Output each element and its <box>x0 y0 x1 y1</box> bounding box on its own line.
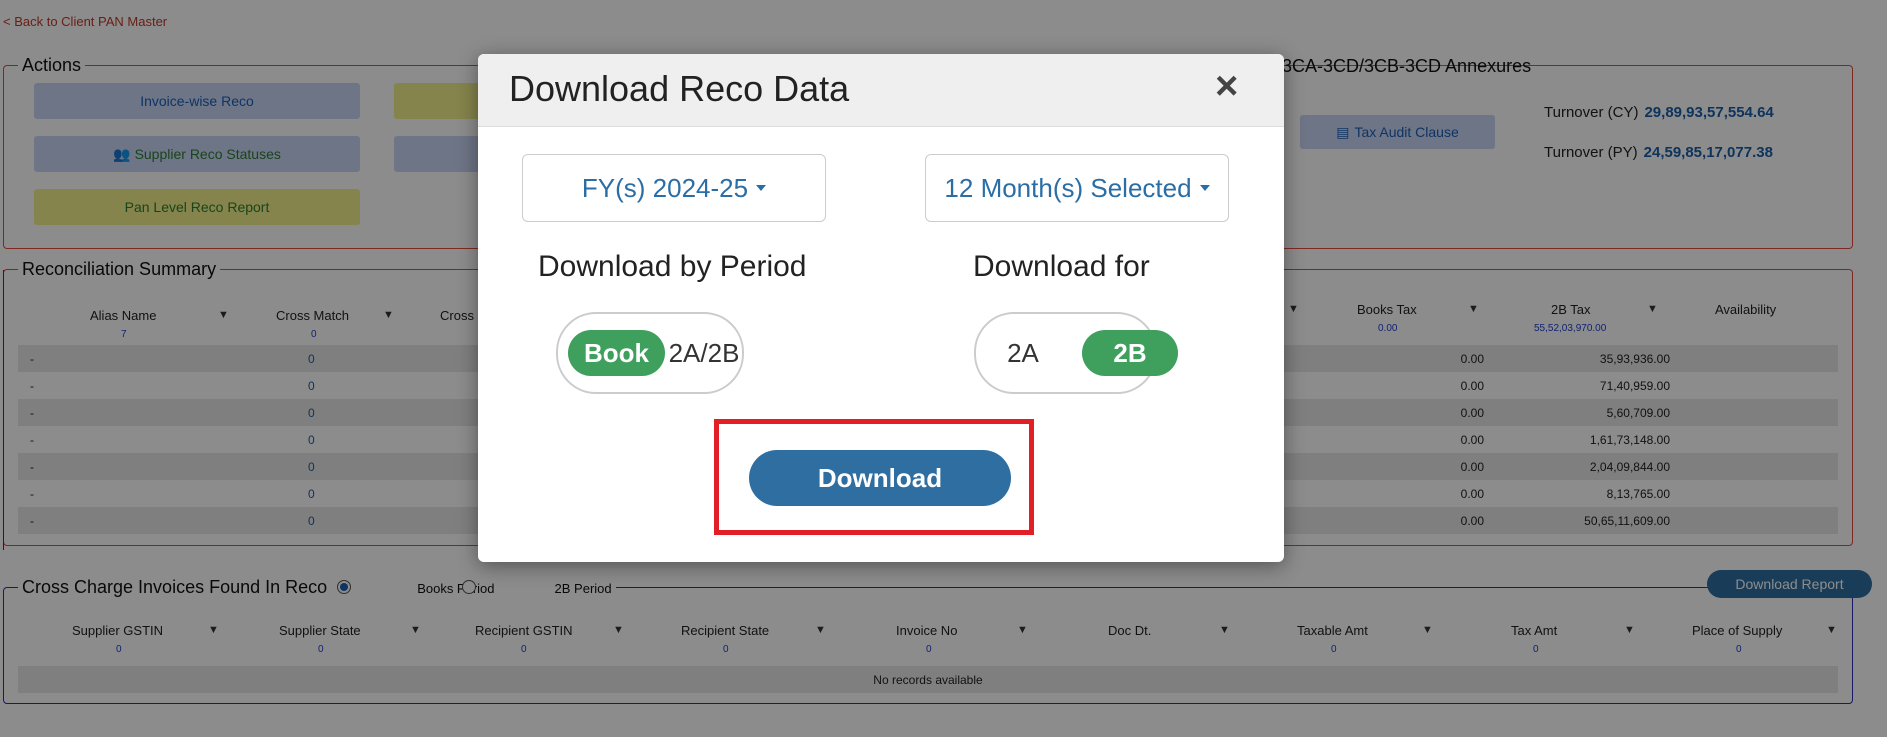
month-select-label: 12 Month(s) Selected <box>944 172 1192 203</box>
download-for-title: Download for <box>973 250 1150 283</box>
fy-select-label: FY(s) 2024-25 <box>581 172 749 203</box>
download-for-toggle[interactable]: 2A 2B <box>974 312 1178 394</box>
download-button[interactable]: Download <box>749 450 1011 506</box>
fy-select[interactable]: FY(s) 2024-25 <box>522 154 826 222</box>
month-select[interactable]: 12 Month(s) Selected <box>925 154 1229 222</box>
download-by-period-title: Download by Period <box>538 250 807 283</box>
for-option-2b[interactable]: 2B <box>1082 330 1178 376</box>
period-option-book[interactable]: Book <box>568 330 665 376</box>
chevron-down-icon <box>756 185 767 191</box>
chevron-down-icon <box>1199 185 1210 191</box>
period-option-2a2b[interactable]: 2A/2B <box>668 330 740 376</box>
modal-header: Download Reco Data × <box>478 54 1284 127</box>
for-option-2a[interactable]: 2A <box>990 330 1056 376</box>
close-icon[interactable]: × <box>1215 64 1238 109</box>
download-reco-modal: Download Reco Data × FY(s) 2024-25 12 Mo… <box>478 54 1284 562</box>
modal-title: Download Reco Data <box>509 68 850 109</box>
period-toggle[interactable]: Book 2A/2B <box>556 312 744 394</box>
